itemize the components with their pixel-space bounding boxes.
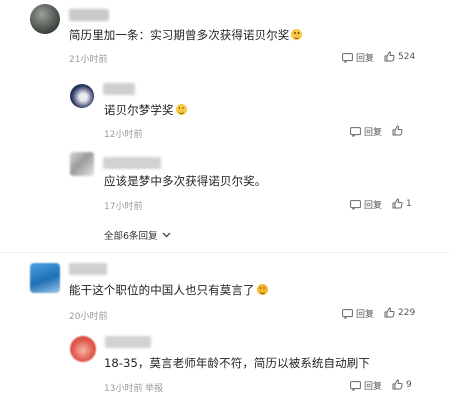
laugh-emoji [256, 284, 268, 295]
like-count: 1 [406, 198, 412, 209]
reply-text: 应该是梦中多次获得诺贝尔奖。 [104, 173, 266, 189]
like-button[interactable]: 1 [392, 198, 412, 209]
thumb-up-icon [392, 379, 403, 390]
thumb-up-icon [392, 198, 403, 209]
reply-button[interactable]: 回复 [350, 125, 382, 138]
reply-content: 诺贝尔梦学奖 [104, 103, 174, 117]
like-button[interactable]: 229 [384, 307, 415, 318]
reply-time: 17小时前 [104, 202, 143, 212]
comment-text: 简历里加一条：实习期曾多次获得诺贝尔奖 [69, 27, 303, 43]
reply-time: 12小时前 [104, 130, 143, 140]
username-blurred[interactable] [103, 83, 135, 95]
reply-label: 回复 [364, 201, 383, 211]
reply-icon [350, 126, 361, 137]
username-blurred[interactable] [69, 263, 107, 275]
reply-time: 13小时前 [104, 384, 143, 394]
username-blurred[interactable] [105, 336, 151, 348]
divider [0, 252, 450, 253]
like-count: 229 [398, 307, 416, 318]
like-count: 9 [406, 379, 412, 390]
comment-text: 能干这个职位的中国人也只有莫言了 [69, 282, 268, 298]
expand-replies-button[interactable]: 全部6条回复 [104, 228, 171, 242]
avatar[interactable] [30, 263, 60, 293]
chevron-down-icon [162, 232, 170, 238]
report-link[interactable]: 举报 [145, 381, 163, 394]
like-count: 524 [398, 51, 416, 62]
username-blurred[interactable] [103, 157, 161, 169]
reply-button[interactable]: 回复 [350, 198, 382, 211]
reply-icon [350, 199, 361, 210]
like-button[interactable]: 524 [384, 51, 415, 62]
like-button[interactable] [392, 125, 403, 136]
thumb-up-icon [384, 307, 395, 318]
reply-label: 回复 [356, 54, 375, 64]
comment-content: 简历里加一条：实习期曾多次获得诺贝尔奖 [69, 28, 290, 42]
reply-button[interactable]: 回复 [342, 307, 374, 320]
reply-content: 应该是梦中多次获得诺贝尔奖。 [104, 174, 267, 188]
reply-label: 回复 [356, 310, 375, 320]
reply-text: 18-35，莫言老师年龄不符，简历以被系统自动刷下 [104, 355, 370, 371]
reply-button[interactable]: 回复 [350, 379, 382, 392]
username-blurred[interactable] [69, 9, 109, 21]
thumb-up-icon [392, 125, 403, 136]
reply-icon [350, 380, 361, 391]
reply-button[interactable]: 回复 [342, 51, 374, 64]
avatar[interactable] [70, 84, 94, 108]
reply-label: 回复 [364, 382, 383, 392]
smile-emoji [291, 29, 303, 40]
reply-text: 诺贝尔梦学奖 [104, 102, 187, 118]
comment-time: 21小时前 [69, 55, 108, 65]
comment-content: 能干这个职位的中国人也只有莫言了 [69, 283, 255, 297]
avatar[interactable] [70, 152, 94, 176]
comment-time: 20小时前 [69, 312, 108, 322]
expand-replies-label: 全部6条回复 [104, 231, 158, 242]
thumb-up-icon [384, 51, 395, 62]
avatar[interactable] [70, 336, 96, 362]
reply-icon [342, 308, 353, 319]
smile-emoji [175, 104, 187, 115]
reply-label: 回复 [364, 128, 383, 138]
reply-icon [342, 52, 353, 63]
like-button[interactable]: 9 [392, 379, 412, 390]
avatar[interactable] [30, 4, 60, 34]
reply-content: 18-35，莫言老师年龄不符，简历以被系统自动刷下 [104, 356, 370, 370]
